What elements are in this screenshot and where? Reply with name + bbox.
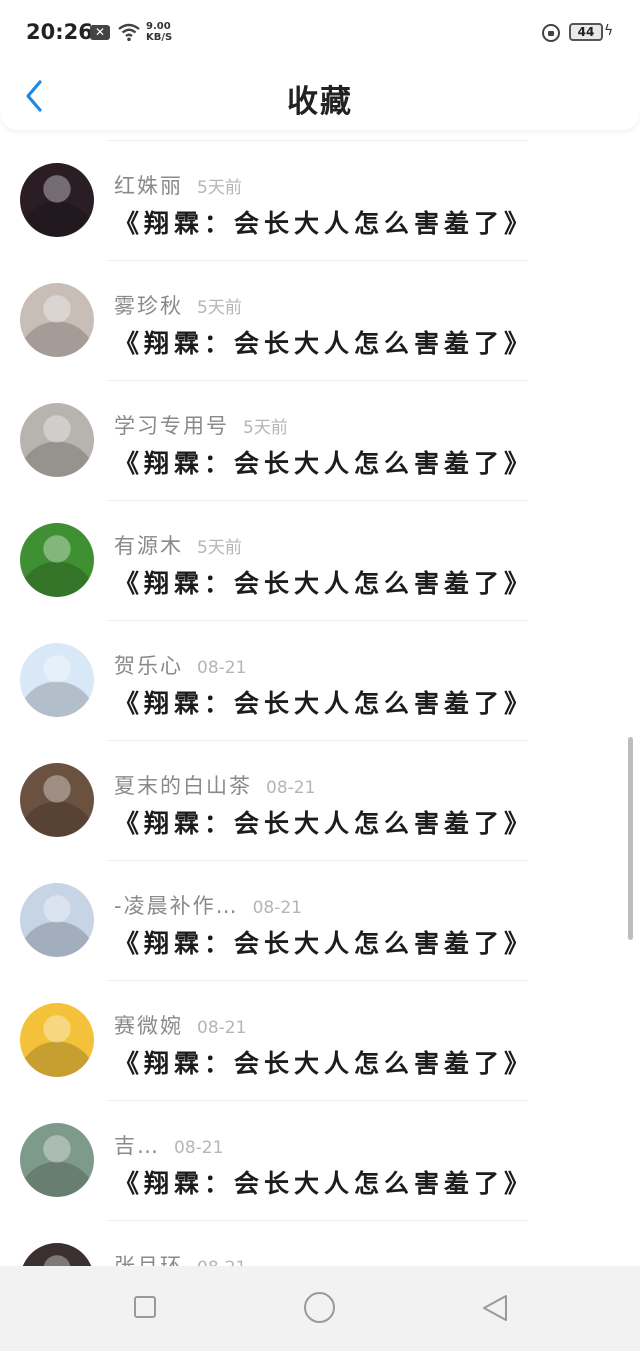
charging-icon: ϟ <box>604 23 614 39</box>
user-name[interactable]: 吉… <box>114 1134 160 1158</box>
avatar[interactable] <box>20 1123 94 1197</box>
favorite-title[interactable]: 《翔霖：会长大人怎么害羞了》 <box>114 204 534 240</box>
user-name[interactable]: 学习专用号 <box>114 414 229 438</box>
divider <box>108 1220 528 1221</box>
list-item[interactable]: 红姝丽 5天前《翔霖：会长大人怎么害羞了》 <box>0 140 640 260</box>
battery-level: 44 <box>569 23 603 41</box>
system-nav-bar <box>0 1266 640 1351</box>
divider <box>108 740 528 741</box>
avatar[interactable] <box>20 403 94 477</box>
post-time: 08-21 <box>266 778 316 798</box>
avatar[interactable] <box>20 283 94 357</box>
list-item[interactable]: 雾珍秋 5天前《翔霖：会长大人怎么害羞了》 <box>0 260 640 380</box>
network-speed: 9.00 KB/S <box>146 21 172 43</box>
favorite-title[interactable]: 《翔霖：会长大人怎么害羞了》 <box>114 324 534 360</box>
network-speed-unit: KB/S <box>146 32 173 43</box>
avatar[interactable] <box>20 763 94 837</box>
list-item[interactable]: 夏末的白山茶 08-21 《翔霖：会长大人怎么害羞了》 <box>0 740 640 860</box>
favorite-title[interactable]: 《翔霖：会长大人怎么害羞了》 <box>114 444 534 480</box>
post-time: 5天前 <box>197 178 242 198</box>
divider <box>108 260 528 261</box>
app-header: 收藏 <box>0 62 640 130</box>
divider <box>108 140 528 141</box>
avatar[interactable] <box>20 1003 94 1077</box>
post-time: 08-21 <box>252 898 302 918</box>
avatar[interactable] <box>20 523 94 597</box>
user-name[interactable]: 夏末的白山茶 <box>114 774 252 798</box>
item-meta: 学习专用号 5天前 <box>114 410 288 440</box>
header-card: 20:26 ✕ 9.00 KB/S 44 ϟ 收藏 <box>0 0 640 130</box>
list-item[interactable]: 有源木 5天前《翔霖：会长大人怎么害羞了》 <box>0 500 640 620</box>
item-meta: 贺乐心 08-21 <box>114 650 246 680</box>
user-name[interactable]: 有源木 <box>114 534 183 558</box>
user-name[interactable]: 红姝丽 <box>114 174 183 198</box>
item-meta: 雾珍秋 5天前 <box>114 290 242 320</box>
favorite-title[interactable]: 《翔霖：会长大人怎么害羞了》 <box>114 684 534 720</box>
status-bar: 20:26 ✕ 9.00 KB/S 44 ϟ <box>0 0 640 62</box>
divider <box>108 860 528 861</box>
item-meta: 红姝丽 5天前 <box>114 170 242 200</box>
item-meta: 夏末的白山茶 08-21 <box>114 770 315 800</box>
status-time: 20:26 <box>26 20 93 44</box>
post-time: 5天前 <box>243 418 288 438</box>
network-speed-value: 9.00 <box>146 21 171 32</box>
wifi-icon <box>118 23 140 42</box>
post-time: 5天前 <box>197 298 242 318</box>
list-item[interactable]: 吉… 08-21 《翔霖：会长大人怎么害羞了》 <box>0 1100 640 1220</box>
divider <box>108 500 528 501</box>
recent-apps-square-icon[interactable] <box>134 1296 156 1318</box>
list-item[interactable]: -凌晨补作… 08-21 《翔霖：会长大人怎么害羞了》 <box>0 860 640 980</box>
list-item[interactable]: 贺乐心 08-21 《翔霖：会长大人怎么害羞了》 <box>0 620 640 740</box>
notification-close-icon: ✕ <box>90 25 110 40</box>
page-title: 收藏 <box>287 84 353 120</box>
avatar[interactable] <box>20 163 94 237</box>
item-meta: 有源木 5天前 <box>114 530 242 560</box>
scrollbar[interactable] <box>628 737 633 940</box>
post-time: 5天前 <box>197 538 242 558</box>
avatar[interactable] <box>20 643 94 717</box>
user-name[interactable]: 雾珍秋 <box>114 294 183 318</box>
avatar[interactable] <box>20 883 94 957</box>
divider <box>108 1100 528 1101</box>
user-name[interactable]: -凌晨补作… <box>114 894 239 918</box>
divider <box>108 620 528 621</box>
user-name[interactable]: 贺乐心 <box>114 654 183 678</box>
item-meta: 赛微婉 08-21 <box>114 1010 246 1040</box>
favorite-title[interactable]: 《翔霖：会长大人怎么害羞了》 <box>114 924 534 960</box>
user-name[interactable]: 赛微婉 <box>114 1014 183 1038</box>
list-item[interactable]: 赛微婉 08-21 《翔霖：会长大人怎么害羞了》 <box>0 980 640 1100</box>
home-circle-icon[interactable] <box>304 1292 335 1323</box>
favorites-list: 红姝丽 5天前 《翔霖：会长大人怎么害羞了》 雾珍秋 5天前 《翔霖：会长大人怎么害羞了》… <box>0 140 640 1340</box>
post-time: 08-21 <box>197 1018 247 1038</box>
post-time: 08-21 <box>197 658 247 678</box>
favorite-title[interactable]: 《翔霖：会长大人怎么害羞了》 <box>114 1044 534 1080</box>
favorite-title[interactable]: 《翔霖：会长大人怎么害羞了》 <box>114 564 534 600</box>
divider <box>108 380 528 381</box>
item-meta: 吉… 08-21 <box>114 1130 223 1160</box>
item-meta: -凌晨补作… 08-21 <box>114 890 302 920</box>
list-item[interactable]: 学习专用号 5天前《翔霖：会长大人怎么害羞了》 <box>0 380 640 500</box>
favorite-title[interactable]: 《翔霖：会长大人怎么害羞了》 <box>114 1164 534 1200</box>
back-triangle-icon[interactable] <box>480 1293 510 1323</box>
rotation-lock-icon <box>542 24 560 42</box>
divider <box>108 980 528 981</box>
post-time: 08-21 <box>174 1138 224 1158</box>
favorite-title[interactable]: 《翔霖：会长大人怎么害羞了》 <box>114 804 534 840</box>
